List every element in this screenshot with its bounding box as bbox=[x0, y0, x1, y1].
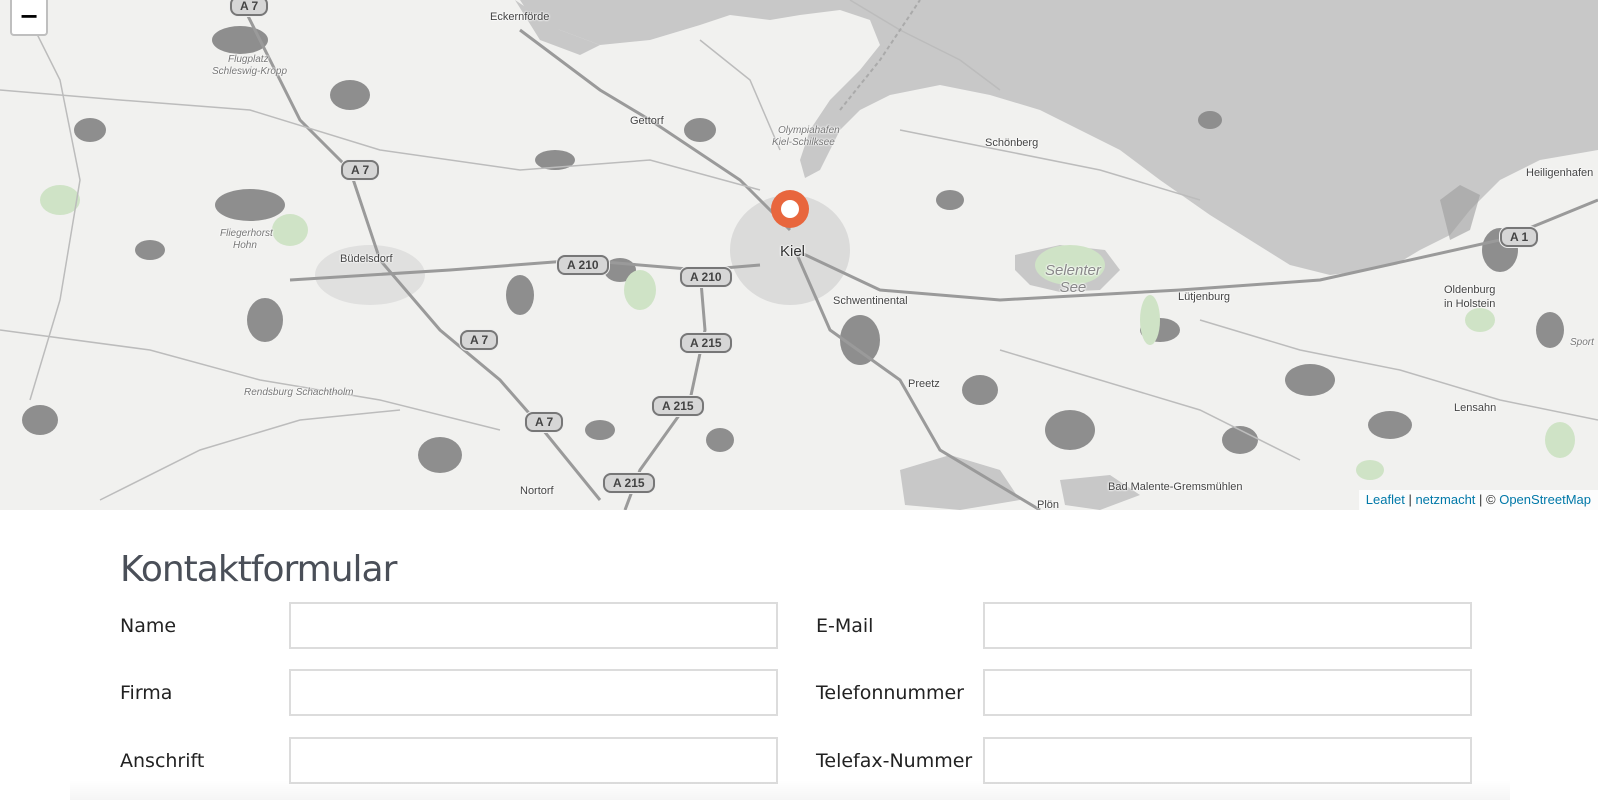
place-label-fliegerhorst: Fliegerhorst bbox=[220, 228, 273, 239]
road-shield-a7-mid: A 7 bbox=[341, 160, 380, 180]
place-label-fliegerhorst-hohn: Hohn bbox=[233, 240, 257, 251]
location-marker-icon[interactable] bbox=[771, 190, 809, 228]
lake-label-line1: Selenter bbox=[1045, 262, 1101, 279]
name-input[interactable] bbox=[289, 602, 778, 649]
address-label: Anschrift bbox=[120, 750, 205, 772]
name-label: Name bbox=[120, 615, 177, 637]
fax-label: Telefax-Nummer bbox=[816, 750, 973, 772]
minus-icon: − bbox=[18, 2, 40, 30]
road-shield-a215-mid: A 215 bbox=[652, 396, 704, 416]
form-row-name-email: Name E-Mail bbox=[120, 602, 1480, 650]
lake-label-selenter-see: Selenter See bbox=[1045, 262, 1101, 296]
map-container[interactable]: Eckernförde Gettorf Schönberg Heiligenha… bbox=[0, 0, 1598, 510]
fax-input[interactable] bbox=[983, 737, 1472, 784]
lake-label-line2: See bbox=[1059, 279, 1087, 296]
map-attribution: Leaflet | netzmacht | © OpenStreetMap bbox=[1358, 490, 1598, 510]
place-label-oldenburg: Oldenburg bbox=[1444, 284, 1496, 296]
netzmacht-link[interactable]: netzmacht bbox=[1415, 492, 1475, 507]
place-label-gettorf: Gettorf bbox=[630, 115, 664, 127]
place-label-olympiahafen: Olympiahafen bbox=[778, 125, 840, 136]
road-shield-a215-top: A 215 bbox=[680, 333, 732, 353]
place-label-oldenburg-holstein: in Holstein bbox=[1444, 298, 1496, 310]
place-label-ploen: Plön bbox=[1037, 499, 1060, 510]
phone-input[interactable] bbox=[983, 669, 1472, 716]
place-label-flugplatz: Flugplatz bbox=[228, 54, 269, 65]
bottom-fade bbox=[70, 780, 1510, 800]
email-input[interactable] bbox=[983, 602, 1472, 649]
place-label-sport: Sport bbox=[1570, 337, 1594, 348]
road-shield-a210-left: A 210 bbox=[557, 255, 609, 275]
road-shield-a7-low: A 7 bbox=[460, 330, 499, 350]
place-label-flugplatz-kropp: Schleswig-Kropp bbox=[212, 66, 288, 77]
place-label-nortorf: Nortorf bbox=[520, 485, 554, 497]
attribution-separator: | bbox=[1404, 492, 1416, 507]
place-label-luetjenburg: Lütjenburg bbox=[1178, 291, 1230, 303]
place-label-lensahn: Lensahn bbox=[1454, 402, 1497, 414]
place-label-kiel: Kiel bbox=[780, 243, 806, 260]
place-label-heiligenhafen: Heiligenhafen bbox=[1526, 167, 1594, 179]
road-shield-a7-bottom: A 7 bbox=[525, 412, 564, 432]
attribution-copyright: | © bbox=[1475, 492, 1500, 507]
address-input[interactable] bbox=[289, 737, 778, 784]
zoom-out-button[interactable]: − bbox=[10, 0, 48, 36]
place-label-bad-malente: Bad Malente-Gremsmühlen bbox=[1108, 481, 1243, 493]
phone-label: Telefonnummer bbox=[816, 682, 964, 704]
road-shield-a215-bottom: A 215 bbox=[603, 473, 655, 493]
place-label-schwentinental: Schwentinental bbox=[833, 295, 908, 307]
place-label-rendsburg: Rendsburg Schachtholm bbox=[244, 387, 354, 398]
email-label: E-Mail bbox=[816, 615, 874, 637]
road-shield-a1: A 1 bbox=[1500, 227, 1539, 247]
company-input[interactable] bbox=[289, 669, 778, 716]
leaflet-link[interactable]: Leaflet bbox=[1366, 492, 1405, 507]
company-label: Firma bbox=[120, 682, 173, 704]
place-label-buedelsdorf: Büdelsdorf bbox=[340, 253, 393, 265]
form-row-address-fax: Anschrift Telefax-Nummer bbox=[120, 737, 1480, 785]
openstreetmap-link[interactable]: OpenStreetMap bbox=[1499, 492, 1591, 507]
road-shield-a210-right: A 210 bbox=[680, 267, 732, 287]
form-title: Kontaktformular bbox=[120, 549, 397, 590]
place-label-schoenberg: Schönberg bbox=[985, 137, 1039, 149]
form-row-company-phone: Firma Telefonnummer bbox=[120, 669, 1480, 717]
place-label-eckernfoerde: Eckernförde bbox=[490, 11, 550, 23]
road-shield-a7-top: A 7 bbox=[230, 0, 269, 16]
place-label-preetz: Preetz bbox=[908, 378, 940, 390]
contact-form-section: Kontaktformular Name E-Mail Firma Telefo… bbox=[120, 540, 1480, 784]
place-label-olympiahafen-schilksee: Kiel-Schilksee bbox=[772, 137, 835, 148]
